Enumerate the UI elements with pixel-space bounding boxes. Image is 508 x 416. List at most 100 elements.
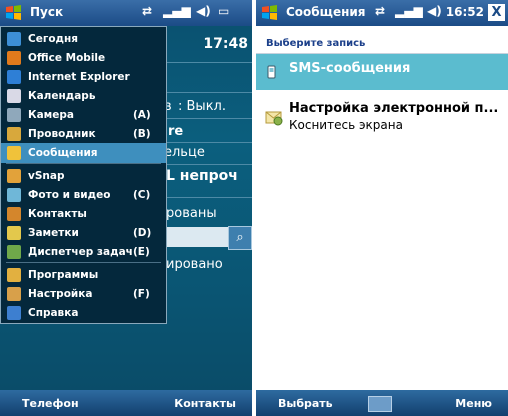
start-menu-item[interactable]: Календарь <box>1 86 166 106</box>
divider <box>160 142 252 143</box>
volume-icon[interactable]: ◀) <box>427 4 442 22</box>
windows-logo-icon[interactable] <box>261 4 278 21</box>
start-menu-item[interactable]: Internet Explorer <box>1 67 166 87</box>
today-line: ировано <box>166 257 223 272</box>
start-menu-item-label: Настройка <box>28 288 93 300</box>
start-menu-item-label: Камера <box>28 109 74 121</box>
start-menu-item-label: Office Mobile <box>28 52 106 64</box>
vsnap-icon <box>7 169 21 183</box>
start-menu-item-label: Сообщения <box>28 147 98 159</box>
divider <box>160 62 252 63</box>
programs-icon <box>7 268 21 282</box>
today-icon <box>7 32 21 46</box>
start-menu-item[interactable]: Контакты <box>1 204 166 224</box>
today-line: ельце <box>164 145 205 160</box>
connectivity-icon[interactable]: ⇄ <box>375 4 385 22</box>
keyboard-icon[interactable] <box>368 396 392 412</box>
office-icon <box>7 51 21 65</box>
contacts-softkey[interactable]: Контакты <box>174 397 236 410</box>
start-menu-item-label: Проводник <box>28 128 96 140</box>
start-menu-item[interactable]: Сегодня <box>1 29 166 49</box>
today-line: re <box>168 124 184 139</box>
camera-icon <box>7 108 21 122</box>
start-menu-item[interactable]: Настройка (F) <box>1 284 166 304</box>
start-menu: Сегодня Office Mobile Internet Explorer Кал… <box>0 26 167 324</box>
connectivity-icon[interactable]: ⇄ <box>142 4 152 22</box>
start-menu-item-shortcut: (F) <box>133 288 150 300</box>
divider <box>160 92 252 93</box>
list-header: Выберите запись <box>266 38 366 49</box>
start-menu-item-label: Контакты <box>28 208 87 220</box>
menu-softkey[interactable]: Меню <box>455 397 492 410</box>
status-bar[interactable]: Пуск ⇄ ▂▄▆ ◀) ▭ <box>0 0 252 26</box>
phone-softkey[interactable]: Телефон <box>22 397 79 410</box>
volume-icon[interactable]: ◀) <box>196 4 211 22</box>
start-menu-item-shortcut: (E) <box>133 246 150 258</box>
status-bar[interactable]: Сообщения ⇄ ▂▄▆ ◀) 16:52 X <box>256 0 508 26</box>
explorer-icon <box>7 127 21 141</box>
start-menu-item[interactable]: Диспетчер задач (E) <box>1 242 166 262</box>
start-menu-item-label: Программы <box>28 269 99 281</box>
start-menu-item-shortcut: (C) <box>133 189 151 201</box>
list-item-subtitle: Коснитесь экрана <box>289 118 403 132</box>
help-icon <box>7 306 21 320</box>
search-icon[interactable]: ⌕ <box>228 226 252 250</box>
left-screen: Пуск ⇄ ▂▄▆ ◀) ▭ 17:48 ʙ : Выкл. re ельце… <box>0 0 252 416</box>
windows-logo-icon[interactable] <box>5 4 22 21</box>
notes-icon <box>7 226 21 240</box>
start-menu-item-label: vSnap <box>28 170 65 182</box>
menu-separator <box>6 163 161 164</box>
signal-icon[interactable]: ▂▄▆ <box>163 4 191 22</box>
softkey-bar: Телефон Контакты <box>0 390 252 416</box>
messaging-icon <box>7 146 21 160</box>
today-line: рованы <box>166 206 217 221</box>
start-menu-item[interactable]: vSnap <box>1 166 166 186</box>
start-menu-item[interactable]: Сообщения <box>1 143 166 163</box>
divider <box>160 197 252 198</box>
list-item-title: Настройка электронной п... <box>289 101 499 116</box>
clock[interactable]: 16:52 <box>446 5 484 19</box>
calendar-icon <box>7 89 21 103</box>
start-menu-item-label: Сегодня <box>28 33 79 45</box>
start-menu-item[interactable]: Office Mobile <box>1 48 166 68</box>
start-menu-item[interactable]: Камера (A) <box>1 105 166 125</box>
today-line: L непроч <box>166 168 238 184</box>
divider <box>160 118 252 119</box>
menu-separator <box>6 262 161 263</box>
start-menu-item-label: Фото и видео <box>28 189 111 201</box>
contacts-icon <box>7 207 21 221</box>
list-item-title: SMS-сообщения <box>289 61 411 76</box>
start-menu-item-shortcut: (B) <box>133 128 151 140</box>
start-menu-item[interactable]: Заметки (D) <box>1 223 166 243</box>
photos-icon <box>7 188 21 202</box>
search-input[interactable] <box>160 227 228 247</box>
start-menu-item-label: Календарь <box>28 90 96 102</box>
start-menu-item-shortcut: (A) <box>133 109 151 121</box>
divider <box>160 164 252 165</box>
start-menu-item[interactable]: Программы <box>1 265 166 285</box>
internet-explorer-icon <box>7 70 21 84</box>
settings-icon <box>7 287 21 301</box>
start-menu-item[interactable]: Проводник (B) <box>1 124 166 144</box>
right-screen: Сообщения ⇄ ▂▄▆ ◀) 16:52 X Выберите запи… <box>256 0 508 416</box>
start-menu-item-label: Справка <box>28 307 79 319</box>
today-time: 17:48 <box>203 36 248 52</box>
sms-icon <box>267 65 276 79</box>
start-title: Пуск <box>30 5 64 19</box>
softkey-bar: Выбрать Меню <box>256 390 508 416</box>
app-title: Сообщения <box>286 5 366 19</box>
bluetooth-status: : Выкл. <box>178 99 226 114</box>
start-menu-item-label: Заметки <box>28 227 79 239</box>
battery-icon[interactable]: ▭ <box>218 4 229 22</box>
start-menu-item-label: Internet Explorer <box>28 71 130 83</box>
list-item-sms[interactable]: SMS-сообщения <box>256 54 508 90</box>
start-menu-item[interactable]: Справка <box>1 303 166 323</box>
email-setup-icon <box>265 111 283 126</box>
select-softkey[interactable]: Выбрать <box>278 397 333 410</box>
start-menu-item[interactable]: Фото и видео (C) <box>1 185 166 205</box>
list-item-email-setup[interactable]: Настройка электронной п... Коснитесь экр… <box>256 95 508 139</box>
close-button[interactable]: X <box>488 4 505 21</box>
start-menu-item-shortcut: (D) <box>133 227 152 239</box>
signal-icon[interactable]: ▂▄▆ <box>395 4 423 22</box>
start-menu-item-label: Диспетчер задач <box>28 246 133 258</box>
